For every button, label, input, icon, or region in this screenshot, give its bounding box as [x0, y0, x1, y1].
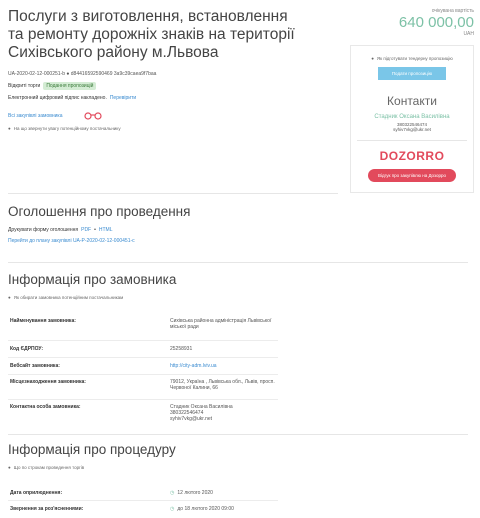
- row-key: Контактна особа замовника:: [10, 404, 81, 410]
- signature-text: Електронний цифровий підпис накладено.: [8, 95, 107, 101]
- contacts-title: Контакти: [387, 94, 437, 108]
- info-icon: ●: [8, 295, 11, 300]
- attention-note: На що звернути увагу потенційному постач…: [13, 126, 121, 131]
- clock-icon: ◷: [170, 506, 175, 512]
- print-form-label: Друкувати форму оголошення: [8, 227, 79, 233]
- dozorro-logo: DOZORRO: [379, 149, 445, 163]
- row-key: Дата оприлюднення:: [10, 490, 63, 496]
- verify-signature-link[interactable]: Перевірити: [110, 95, 136, 101]
- clock-icon: ◷: [170, 490, 175, 496]
- row-value: Стадник Оксана Василівна 380322546474 sy…: [170, 404, 233, 422]
- row-value: 25258931: [170, 346, 193, 352]
- submit-proposal-button[interactable]: Подати пропозицію: [377, 67, 447, 80]
- tender-title: Послуги з виготовлення, встановлення та …: [8, 8, 295, 61]
- row-value: Сихівська районна адміністрація Львівськ…: [170, 318, 272, 330]
- prepare-proposal-note: Як підготувати тендерну пропозицію: [376, 56, 453, 61]
- info-icon: ●: [371, 56, 374, 61]
- procedure-note: Що по строкам проведення торгів: [13, 465, 85, 470]
- row-value: 79012, Україна , Львівська обл., Львів, …: [170, 379, 275, 391]
- status-badge: Подання пропозицій: [43, 82, 97, 90]
- tender-header: Послуги з виготовлення, встановлення та …: [8, 8, 338, 131]
- price-value: 640 000,00: [398, 14, 474, 31]
- dozorro-feedback-button[interactable]: Відгук про закупівлю на Дозорро: [367, 169, 457, 182]
- row-value: 12 лютого 2020: [177, 490, 213, 496]
- plan-link[interactable]: Перейти до плану закупівлі UA-P-2020-02-…: [8, 238, 135, 244]
- tender-id: UA-2020-02-12-000251-b ● d84416592590469…: [8, 71, 157, 77]
- customer-section: Інформація про замовника ● Як обирати за…: [8, 272, 468, 300]
- row-key: Звернення за роз'ясненнями:: [10, 506, 84, 512]
- customer-website-link[interactable]: http://city-adm.lviv.ua: [170, 363, 280, 369]
- procedure-title: Інформація про процедуру: [8, 442, 176, 457]
- row-key: Код ЄДРПОУ:: [10, 346, 44, 352]
- row-key: Найменування замовника:: [10, 318, 76, 324]
- info-icon: ●: [8, 126, 11, 131]
- row-key: Місцезнаходження замовника:: [10, 379, 86, 385]
- customer-title: Інформація про замовника: [8, 272, 177, 287]
- contact-email: syhiv7vkg@ukr.net: [393, 127, 431, 132]
- proposal-box: ● Як підготувати тендерну пропозицію Под…: [350, 45, 474, 193]
- sidebar: очікувана вартість 640 000,00 UAH ● Як п…: [350, 8, 474, 193]
- info-icon: ●: [8, 465, 11, 470]
- procedure-section: Інформація про процедуру ● Що по строкам…: [8, 442, 468, 470]
- customer-note: Як обирати замовника потенційним постача…: [13, 295, 124, 300]
- html-link[interactable]: HTML: [99, 227, 113, 233]
- binoculars-icon[interactable]: [82, 111, 104, 120]
- contact-name: Стадник Оксана Василівна: [374, 114, 450, 120]
- pdf-link[interactable]: PDF: [81, 227, 91, 233]
- announcement-section: Оголошення про проведення Друкувати форм…: [8, 204, 468, 244]
- all-purchases-link[interactable]: Всі закупівлі замовника: [8, 113, 63, 119]
- price-currency: UAH: [463, 31, 474, 37]
- row-key: Вебсайт замовника:: [10, 363, 60, 369]
- row-value: до 18 лютого 2020 09:00: [177, 506, 234, 512]
- announcement-title: Оголошення про проведення: [8, 204, 191, 219]
- procedure-type: Відкриті торги: [8, 83, 41, 89]
